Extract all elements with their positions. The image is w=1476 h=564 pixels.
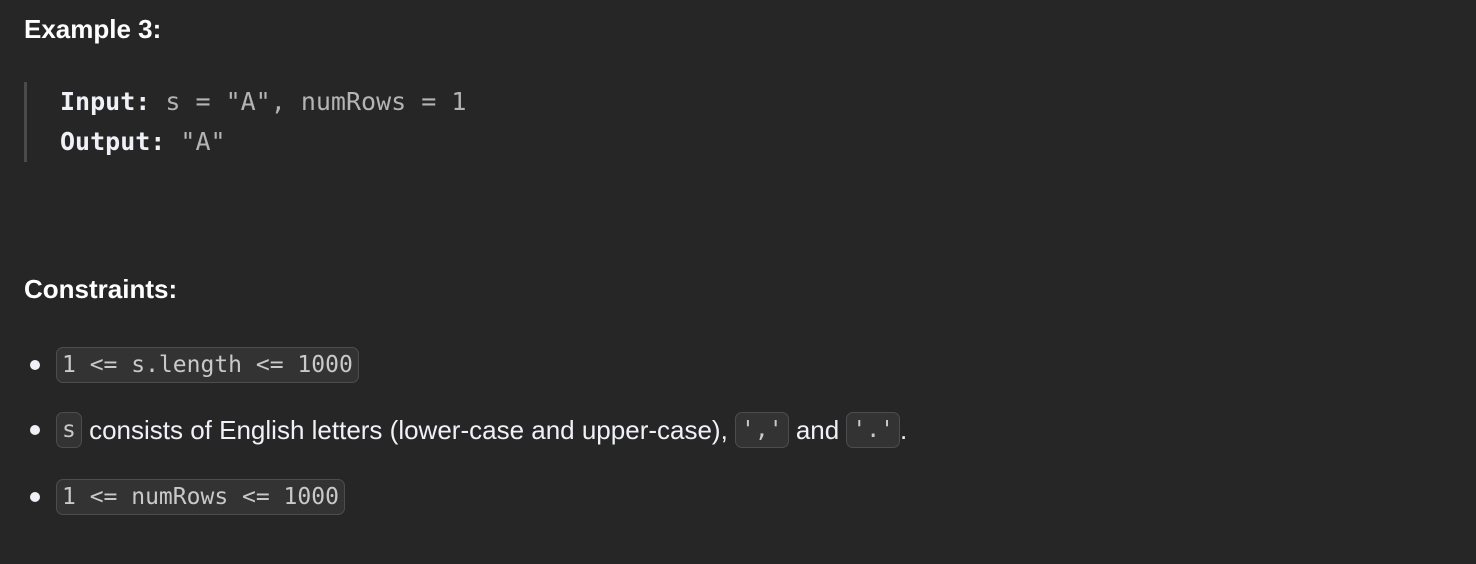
output-label: Output:	[60, 127, 166, 156]
constraint-text: .	[899, 414, 908, 445]
constraint-text: consists of English letters (lower-case …	[81, 414, 736, 445]
constraint-code: 1 <= numRows <= 1000	[56, 479, 345, 515]
bullet-icon	[30, 360, 40, 370]
example-code-block: Input: s = "A", numRows = 1 Output: "A"	[24, 82, 466, 162]
constraint-code-s: s	[56, 412, 82, 448]
input-label: Input:	[60, 87, 151, 116]
example-input-line: Input: s = "A", numRows = 1	[60, 82, 466, 122]
output-value: "A"	[165, 127, 226, 156]
constraint-code-dot: '.'	[846, 412, 900, 448]
example-output-line: Output: "A"	[60, 122, 466, 162]
bullet-icon	[30, 425, 40, 435]
constraint-code: 1 <= s.length <= 1000	[56, 347, 359, 383]
input-value: s = "A", numRows = 1	[150, 87, 467, 116]
constraint-code-comma: ','	[735, 412, 789, 448]
example-heading: Example 3:	[24, 14, 162, 44]
constraints-heading: Constraints:	[24, 274, 178, 304]
bullet-icon	[30, 492, 40, 502]
constraint-text: and	[788, 414, 847, 445]
